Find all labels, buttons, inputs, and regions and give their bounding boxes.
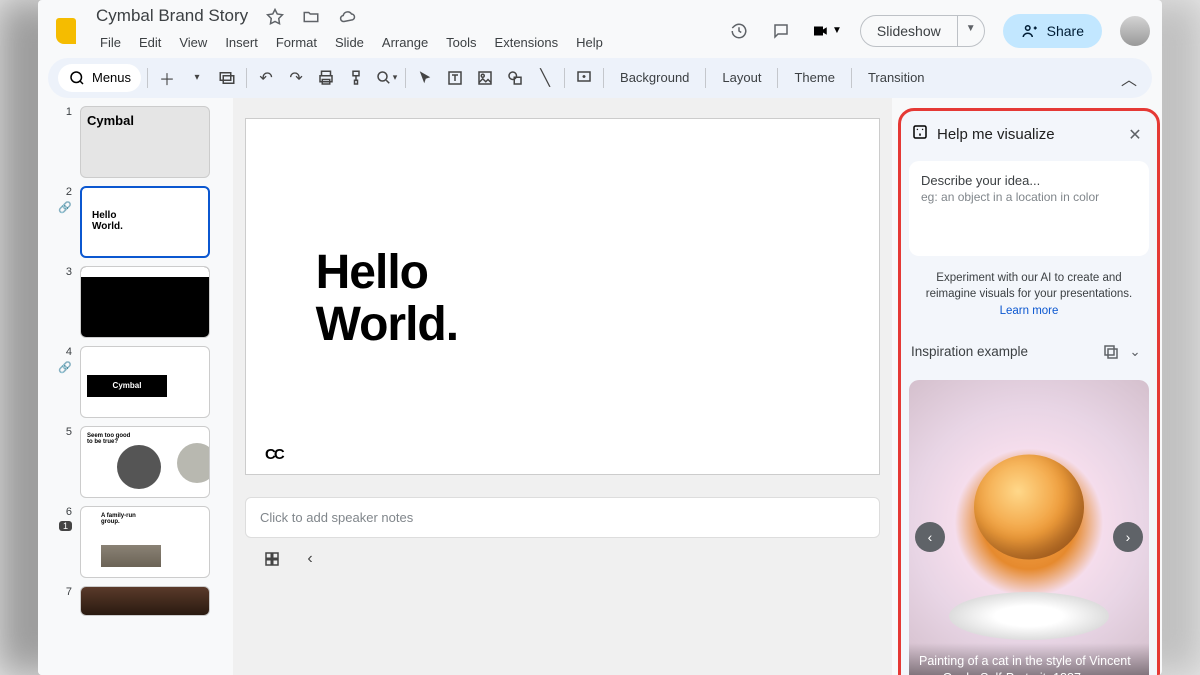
copy-icon[interactable] [1099, 340, 1123, 364]
thumb-number: 3 [66, 266, 72, 278]
slideshow-dropdown[interactable]: ▼ [957, 16, 984, 46]
new-slide-button[interactable]: ＋ [154, 65, 180, 91]
collapse-toolbar-button[interactable]: ︿ [1116, 65, 1142, 91]
thumb-number: 6 [66, 506, 72, 518]
inspiration-title: Inspiration example [911, 344, 1099, 359]
menus-search[interactable]: Menus [58, 64, 141, 92]
speaker-notes[interactable]: Click to add speaker notes [245, 497, 880, 538]
thumbnail-rail[interactable]: 1 Cymbal 2 🔗 Hello World. 3 4 🔗 Cymbal 5 S… [38, 98, 233, 675]
star-icon[interactable] [263, 5, 287, 29]
menu-file[interactable]: File [92, 31, 129, 54]
slides-logo[interactable] [50, 15, 82, 47]
menu-extensions[interactable]: Extensions [487, 31, 567, 54]
canvas-area: Hello World. CC Click to add speaker not… [233, 98, 892, 675]
slide-thumbnail[interactable]: Seem too good to be true? [80, 426, 210, 498]
shape-tool[interactable] [502, 65, 528, 91]
side-panel: Help me visualize ✕ Describe your idea..… [892, 98, 1162, 675]
paint-format-button[interactable] [343, 65, 369, 91]
app-window: Cymbal Brand Story File Edit View Insert… [38, 0, 1162, 675]
thumb-number: 1 [66, 106, 72, 118]
main-area: 1 Cymbal 2 🔗 Hello World. 3 4 🔗 Cymbal 5 S… [38, 98, 1162, 675]
prompt-input[interactable]: Describe your idea... eg: an object in a… [909, 161, 1149, 256]
menu-help[interactable]: Help [568, 31, 611, 54]
carousel-next-button[interactable]: › [1113, 522, 1143, 552]
visualize-icon [911, 123, 929, 146]
comment-count-badge: 1 [59, 521, 72, 531]
menu-insert[interactable]: Insert [217, 31, 266, 54]
slideshow-group: Slideshow ▼ [860, 15, 985, 47]
close-icon[interactable]: ✕ [1123, 123, 1147, 147]
new-slide-dropdown[interactable]: ▾ [184, 65, 210, 91]
slideshow-button[interactable]: Slideshow [861, 16, 957, 46]
slide-logo-mark: CC [265, 446, 283, 463]
select-tool[interactable] [412, 65, 438, 91]
theme-button[interactable]: Theme [784, 65, 844, 90]
menu-bar: File Edit View Insert Format Slide Arran… [92, 29, 717, 58]
menu-slide[interactable]: Slide [327, 31, 372, 54]
image-tool[interactable] [472, 65, 498, 91]
panel-title: Help me visualize [937, 126, 1115, 143]
menu-arrange[interactable]: Arrange [374, 31, 436, 54]
thumb-number: 2 [66, 186, 72, 198]
zoom-button[interactable]: ▾ [373, 65, 399, 91]
share-label: Share [1047, 23, 1084, 39]
prompt-example: eg: an object in a location in color [921, 190, 1137, 204]
comment-icon[interactable] [769, 19, 793, 43]
transition-button[interactable]: Transition [858, 65, 935, 90]
grid-view-button[interactable] [259, 546, 285, 572]
learn-more-link[interactable]: Learn more [1000, 305, 1059, 317]
link-icon: 🔗 [58, 201, 72, 214]
menu-tools[interactable]: Tools [438, 31, 484, 54]
slide-thumbnail[interactable] [80, 586, 210, 616]
menu-format[interactable]: Format [268, 31, 325, 54]
slide-canvas[interactable]: Hello World. CC [245, 118, 880, 475]
redo-button[interactable]: ↷ [283, 65, 309, 91]
prompt-label: Describe your idea... [921, 173, 1137, 188]
collapse-filmstrip-button[interactable]: ‹ [297, 546, 323, 572]
slide-thumbnail[interactable]: Cymbal [80, 106, 210, 178]
panel-info: Experiment with our AI to create and rei… [909, 266, 1149, 324]
menu-edit[interactable]: Edit [131, 31, 169, 54]
toolbar: Menus ＋ ▾ ↶ ↷ ▾ ╲ Background Layout Them… [48, 58, 1152, 98]
thumb-number: 7 [66, 586, 72, 598]
present-camera[interactable]: ▼ [811, 22, 842, 40]
slide-thumbnail[interactable]: A family-run group. [80, 506, 210, 578]
bottom-bar: ‹ [245, 538, 880, 580]
inspiration-caption: Painting of a cat in the style of Vincen… [909, 643, 1149, 675]
new-with-layout-button[interactable] [214, 65, 240, 91]
layout-button[interactable]: Layout [712, 65, 771, 90]
line-tool[interactable]: ╲ [532, 65, 558, 91]
menu-view[interactable]: View [171, 31, 215, 54]
textbox-tool[interactable] [442, 65, 468, 91]
help-me-visualize-panel: Help me visualize ✕ Describe your idea..… [898, 108, 1160, 675]
slide-thumbnail[interactable] [80, 266, 210, 338]
slide-thumbnail[interactable]: Hello World. [80, 186, 210, 258]
chevron-down-icon[interactable]: ⌄ [1123, 340, 1147, 364]
comment-tool[interactable] [571, 65, 597, 91]
move-folder-icon[interactable] [299, 5, 323, 29]
thumb-number: 5 [66, 426, 72, 438]
doc-title[interactable]: Cymbal Brand Story [92, 4, 252, 28]
print-button[interactable] [313, 65, 339, 91]
thumb-number: 4 [66, 346, 72, 358]
account-avatar[interactable] [1120, 16, 1150, 46]
cloud-status-icon[interactable] [335, 5, 359, 29]
history-icon[interactable] [727, 19, 751, 43]
undo-button[interactable]: ↶ [253, 65, 279, 91]
slide-text[interactable]: Hello World. [316, 247, 458, 353]
title-bar: Cymbal Brand Story File Edit View Insert… [38, 0, 1162, 58]
link-icon: 🔗 [58, 361, 72, 374]
inspiration-image[interactable]: ‹ › Painting of a cat in the style of Vi… [909, 380, 1149, 675]
share-button[interactable]: Share [1003, 14, 1102, 48]
carousel-prev-button[interactable]: ‹ [915, 522, 945, 552]
slide-thumbnail[interactable]: Cymbal [80, 346, 210, 418]
background-button[interactable]: Background [610, 65, 699, 90]
